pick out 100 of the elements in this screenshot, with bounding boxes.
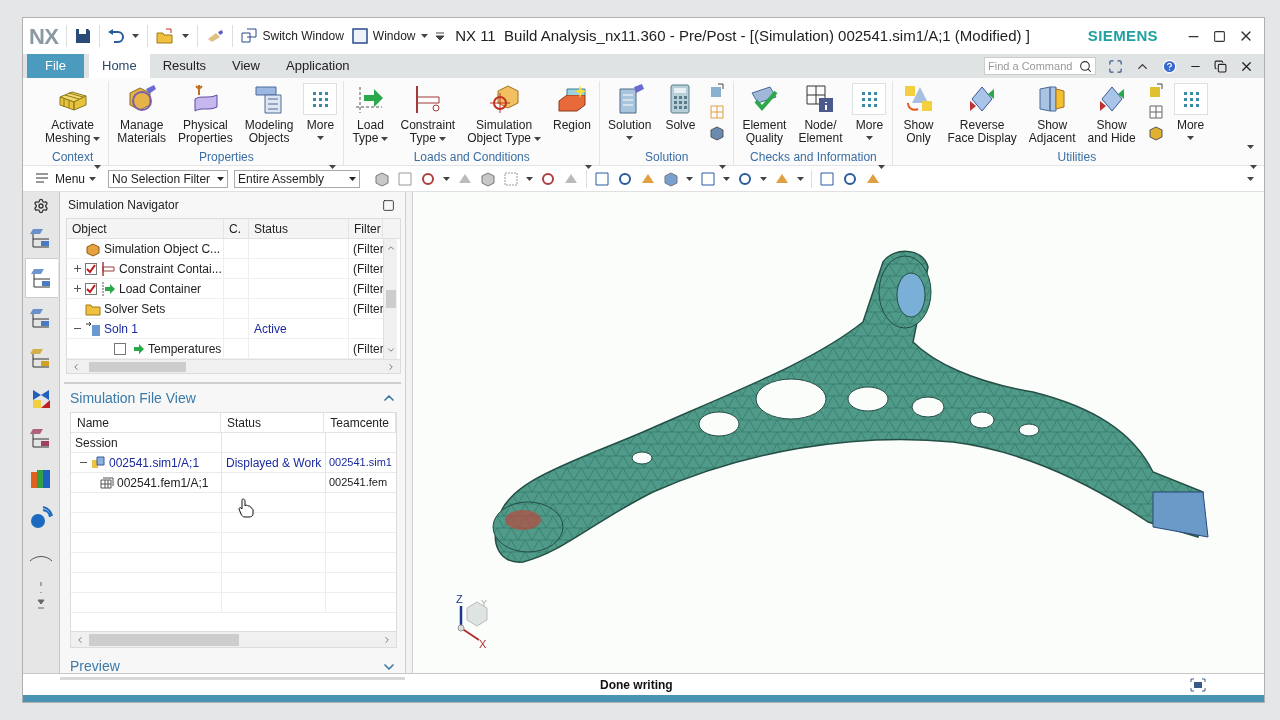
checkbox[interactable] [85, 262, 97, 275]
column-header[interactable]: Teamcente [324, 413, 396, 432]
horizontal-scrollbar[interactable] [67, 359, 400, 373]
hand-cursor-icon [237, 498, 255, 518]
ribbon-button[interactable]: Manage Materials [113, 81, 171, 145]
resource-tab[interactable] [24, 258, 58, 298]
filter-dropdown[interactable]: No Selection Filter [108, 169, 229, 188]
caret-icon [526, 176, 534, 181]
tree-row[interactable]: Soln 1 [67, 319, 224, 338]
tree-row[interactable]: Simulation Object C... [67, 239, 224, 258]
caret-icon [585, 164, 593, 169]
minus-icon[interactable] [74, 325, 81, 332]
window-title: NX 11 Build Analysis_nx11.360 - Pre/Post - [(Simulation) 002541.sim1/A;1 (Modified) ] [455, 25, 1030, 46]
window-menu[interactable]: Window [351, 27, 428, 45]
ribbon-button[interactable]: Show Adjacent [1024, 81, 1080, 145]
command-search-field[interactable]: Find a Command [984, 57, 1096, 75]
restore-icon[interactable] [1214, 59, 1227, 73]
scroll-left-icon[interactable] [71, 361, 81, 372]
brush-icon[interactable] [206, 29, 225, 43]
dots-grid-icon [310, 89, 331, 109]
column-header[interactable]: Object [67, 219, 224, 238]
ribbon-tab[interactable]: Home [89, 54, 150, 78]
brand-logo: SIEMENS [1087, 25, 1158, 46]
ribbon-button[interactable]: Solution [604, 81, 656, 140]
teamcenter-text: 002541.fem [329, 475, 388, 491]
ribbon-tab[interactable]: Results [149, 54, 220, 78]
section-title[interactable]: Simulation File View [70, 387, 196, 409]
scroll-up-icon[interactable] [385, 243, 396, 253]
save-icon[interactable] [75, 28, 92, 44]
checkbox[interactable] [114, 342, 126, 355]
ribbon-button[interactable]: Constraint Type [396, 81, 460, 145]
settings-icon[interactable] [33, 198, 49, 214]
plus-icon[interactable] [74, 265, 81, 272]
fullscreen-icon[interactable] [1190, 677, 1206, 692]
tree-row[interactable]: Solver Sets [67, 299, 224, 318]
help-icon[interactable] [1162, 58, 1177, 74]
dots-grid-icon [859, 89, 880, 109]
ribbon-button[interactable]: Load Type [348, 81, 393, 145]
ribbon-button[interactable]: Show Only [897, 81, 940, 145]
ribbon-button[interactable]: Show and Hide [1083, 81, 1140, 145]
windows-icon [241, 28, 258, 44]
menu-button[interactable]: Menu [35, 169, 97, 188]
wave-icon[interactable] [29, 554, 53, 562]
column-header[interactable]: Filter [349, 219, 383, 238]
solution-icon [85, 320, 101, 337]
ribbon-button[interactable]: Modeling Objects [240, 81, 298, 145]
ribbon-tab[interactable]: Application [273, 54, 363, 78]
caret-icon [217, 176, 225, 181]
maximize-icon[interactable] [382, 198, 395, 212]
caret-icon [1247, 144, 1254, 149]
scroll-left-icon[interactable] [75, 634, 85, 645]
scroll-right-icon[interactable] [386, 361, 396, 372]
column-header[interactable]: Name [71, 413, 221, 432]
ribbon-button[interactable]: Physical Properties [174, 81, 237, 145]
scroll-right-icon[interactable] [382, 634, 392, 645]
caret-icon [797, 176, 805, 181]
search-icon[interactable] [1079, 59, 1092, 73]
tree-row[interactable]: Load Container [67, 279, 224, 298]
maximize-icon[interactable] [1213, 29, 1226, 43]
ribbon-button[interactable]: Region [549, 81, 596, 132]
section-title[interactable]: Preview [70, 656, 120, 677]
column-header[interactable]: Status [220, 413, 325, 432]
column-header[interactable]: Status [249, 219, 349, 238]
ribbon-button[interactable]: Reverse Face Display [943, 81, 1021, 145]
switch-window-button[interactable]: Switch Window [241, 27, 344, 45]
more-button[interactable]: More [850, 81, 889, 140]
teamcenter-text: 002541.sim1 [329, 455, 392, 471]
plus-icon[interactable] [74, 285, 81, 292]
scroll-thumb[interactable] [385, 290, 396, 308]
ribbon-button[interactable]: Activate Meshing [41, 81, 105, 145]
menu-icon [35, 171, 51, 186]
filter-dropdown[interactable]: Entire Assembly [234, 169, 361, 188]
ribbon-button[interactable]: Solve [659, 81, 702, 132]
tree-row[interactable]: Temperatures [67, 339, 224, 358]
color-grid-icon[interactable] [709, 104, 726, 120]
ribbon-button[interactable]: Element Quality [738, 81, 791, 145]
horizontal-scrollbar[interactable] [71, 631, 396, 647]
checkbox[interactable] [85, 282, 97, 295]
assembly-icon [91, 455, 106, 470]
undo-icon[interactable] [108, 29, 125, 43]
more-button[interactable]: More [1171, 81, 1210, 140]
scroll-thumb[interactable] [89, 361, 186, 372]
column-header[interactable]: C. [224, 219, 249, 238]
ribbon-button[interactable]: Node/ Element [794, 81, 847, 145]
ribbon-button[interactable]: Simulation Object Type [463, 81, 545, 145]
scroll-arrows-icon[interactable] [36, 580, 46, 610]
vertical-scrollbar[interactable] [383, 239, 397, 359]
scroll-down-icon[interactable] [385, 345, 396, 355]
tree-row[interactable]: Session [71, 433, 222, 452]
scroll-thumb[interactable] [89, 633, 239, 646]
region-block-icon [556, 83, 588, 115]
minus-icon[interactable] [80, 459, 87, 466]
panel-title: Simulation Navigator [68, 197, 179, 214]
fullscreen-icon[interactable] [1108, 58, 1123, 74]
tree-row[interactable]: 002541.sim1/A;1 [71, 453, 222, 472]
tree-row[interactable]: 002541.fem1/A;1 [71, 473, 222, 492]
more-button[interactable]: More [301, 81, 340, 140]
ribbon-tab[interactable]: View [219, 54, 273, 78]
customize-icon[interactable] [435, 32, 444, 40]
tree-row[interactable]: Constraint Contai... [67, 259, 224, 278]
